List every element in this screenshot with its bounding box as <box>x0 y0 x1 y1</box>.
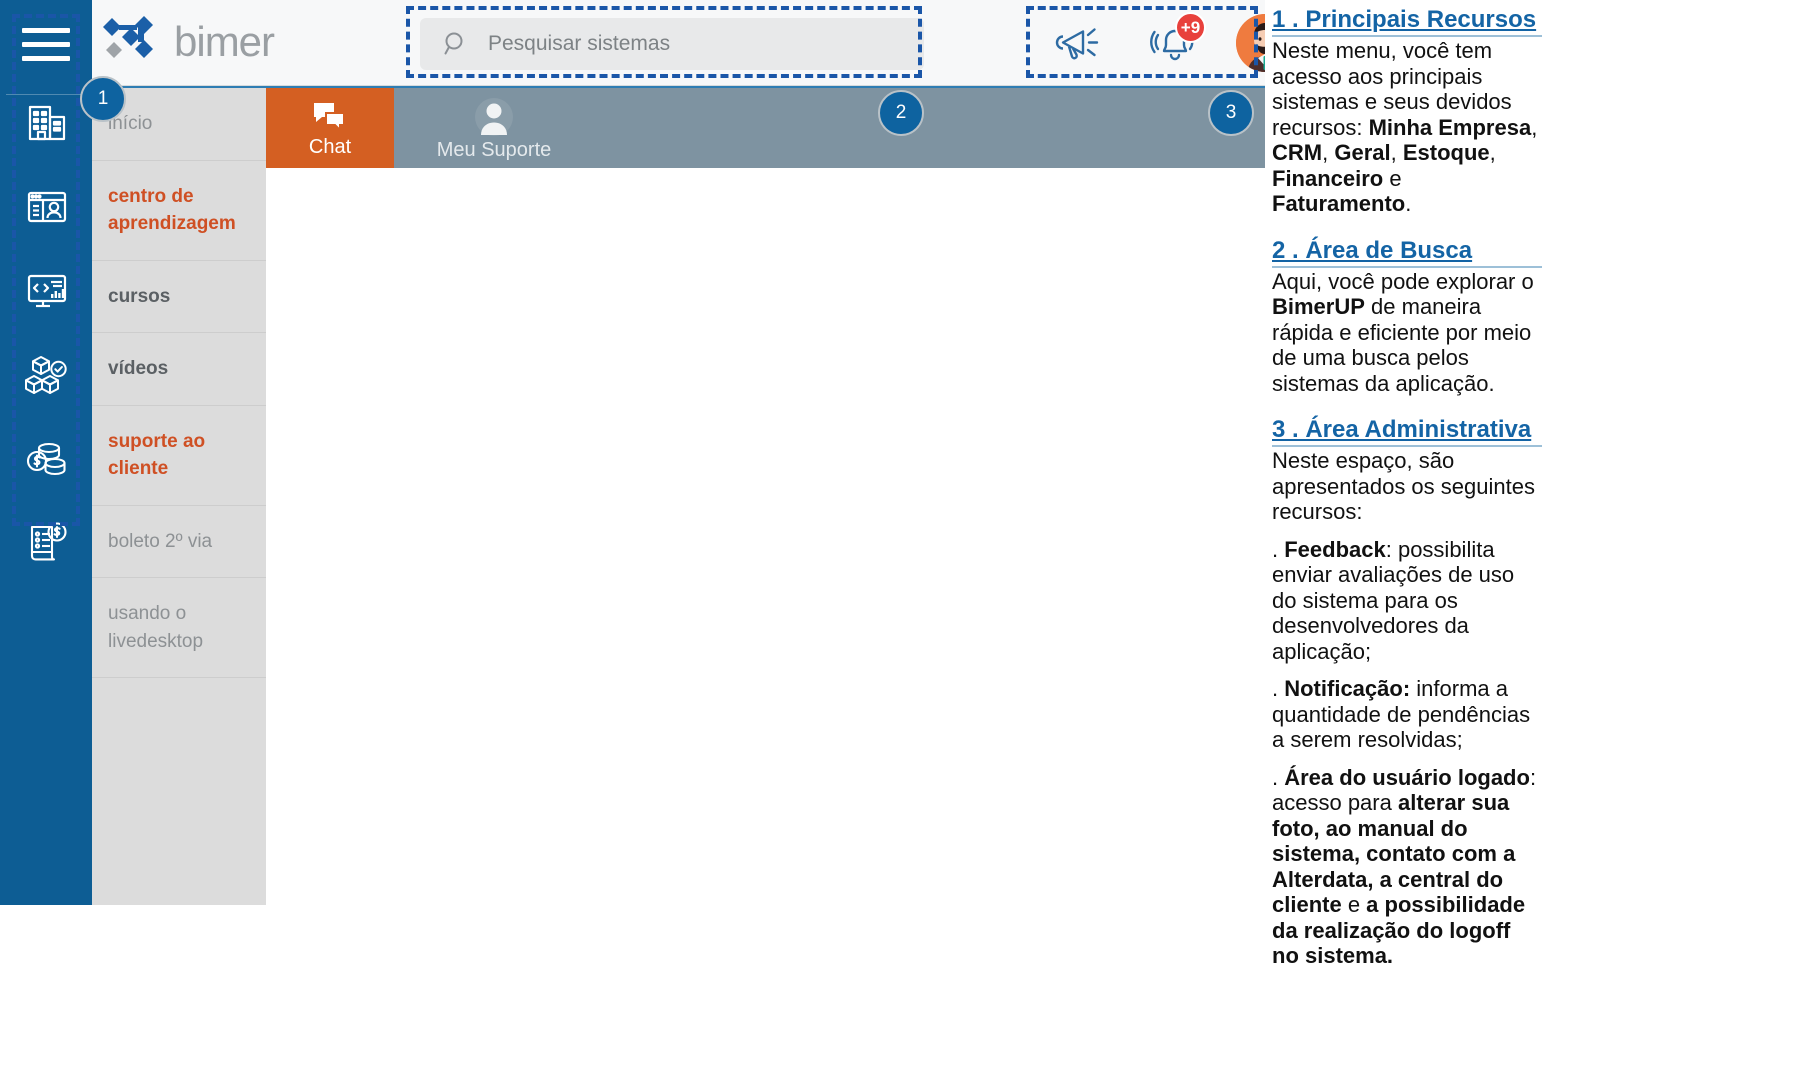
note-3-bullet2-pre: . <box>1272 676 1285 702</box>
note-1-bold-geral: Geral <box>1334 140 1391 166</box>
callout-badge-1: 1 <box>80 76 126 122</box>
brand-name: bimer <box>174 18 275 65</box>
note-heading-3: 3 . Área Administrativa <box>1272 416 1542 448</box>
application-screenshot: bimer Pesquisar sistemas +9 início centr… <box>0 0 1265 905</box>
note-heading-2-text: 2 . Área de Busca <box>1272 236 1473 264</box>
note-1-bold-faturamento: Faturamento <box>1272 191 1406 217</box>
building-icon[interactable] <box>20 96 74 150</box>
note-2-text-a: Aqui, você pode explorar o <box>1272 268 1534 294</box>
note-1-sep4: , <box>1489 140 1496 166</box>
notification-badge: +9 <box>1175 12 1206 43</box>
tab-strip: Chat Meu Suporte <box>266 86 1265 170</box>
tab-meu-suporte-label: Meu Suporte <box>436 138 552 161</box>
tab-chat-label: Chat <box>308 135 352 158</box>
note-1-sep1: , <box>1531 114 1538 140</box>
note-body-3-feedback: . Feedback: possibilita enviar avaliaçõe… <box>1272 537 1540 665</box>
note-body-2: Aqui, você pode explorar o BimerUP de ma… <box>1272 269 1540 397</box>
feedback-button[interactable] <box>1052 14 1110 72</box>
note-1-bold-minha-empresa: Minha Empresa <box>1368 114 1532 140</box>
content-canvas <box>266 168 1265 905</box>
left-navigation: início centro de aprendizagem cursos víd… <box>92 86 266 905</box>
search-placeholder: Pesquisar sistemas <box>488 32 671 55</box>
bimer-logo-icon <box>103 16 153 58</box>
note-2-bold-bimerup: BimerUP <box>1272 294 1365 320</box>
note-spacer <box>1272 664 1805 676</box>
note-spacer <box>1272 217 1805 237</box>
note-heading-3-text: 3 . Área Administrativa <box>1272 416 1532 444</box>
admin-area: +9 <box>1036 6 1265 80</box>
note-3-bold-feedback: Feedback <box>1284 536 1386 562</box>
annotation-panel: 1 . Principais Recursos Neste menu, você… <box>1270 0 1815 1079</box>
nav-item-suporte-ao-cliente[interactable]: suporte ao cliente <box>92 406 266 506</box>
invoice-dollar-icon[interactable] <box>20 516 74 570</box>
note-body-1: Neste menu, você tem acesso aos principa… <box>1272 38 1540 217</box>
note-1-bold-estoque: Estoque <box>1402 140 1490 166</box>
note-body-3-notificacao: . Notificação: informa a quantidade de p… <box>1272 676 1540 753</box>
note-spacer <box>1272 525 1805 537</box>
chat-bubbles-icon <box>314 102 345 132</box>
note-1-sep5: e <box>1383 165 1402 191</box>
search-input[interactable]: Pesquisar sistemas <box>420 18 924 70</box>
boxes-check-icon[interactable] <box>20 348 74 402</box>
nav-item-usando-o-livedesktop[interactable]: usando o livedesktop <box>92 578 266 679</box>
contact-card-icon[interactable] <box>20 180 74 234</box>
note-1-sep3: , <box>1390 140 1403 166</box>
note-3-intro-text: Neste espaço, são apresentados os seguin… <box>1272 448 1535 525</box>
note-3-bullet3-pre: . <box>1272 764 1285 790</box>
callout-badge-3: 3 <box>1208 90 1254 136</box>
person-circle-icon <box>475 97 513 136</box>
rail-divider <box>6 94 86 95</box>
nav-item-videos[interactable]: vídeos <box>92 333 266 406</box>
nav-item-cursos[interactable]: cursos <box>92 261 266 334</box>
note-3-bullet3-mid2: e <box>1341 892 1367 918</box>
note-3-bold-area-usuario: Área do usuário logado <box>1284 764 1530 790</box>
user-avatar[interactable] <box>1236 14 1265 72</box>
note-3-bold-notificacao: Notificação: <box>1284 676 1411 702</box>
hamburger-bar <box>22 41 70 47</box>
note-spacer <box>1272 396 1805 416</box>
top-bar: bimer Pesquisar sistemas +9 <box>92 0 1265 86</box>
note-heading-2: 2 . Área de Busca <box>1272 237 1542 268</box>
note-heading-1-text: 1 . Principais Recursos <box>1272 6 1537 33</box>
note-body-3-intro: Neste espaço, são apresentados os seguin… <box>1272 448 1540 525</box>
tab-meu-suporte[interactable]: Meu Suporte <box>394 88 594 170</box>
note-1-bold-crm: CRM <box>1272 140 1323 166</box>
nav-item-boleto-2-via[interactable]: boleto 2º via <box>92 506 266 579</box>
icon-rail <box>0 0 92 905</box>
search-icon <box>444 32 463 55</box>
hamburger-bar <box>22 27 70 33</box>
hamburger-menu-icon[interactable] <box>22 18 70 70</box>
note-heading-1: 1 . Principais Recursos <box>1272 6 1542 37</box>
megaphone-icon <box>1055 28 1099 60</box>
note-body-3-usuario: . Área do usuário logado: acesso para al… <box>1272 765 1540 969</box>
tab-chat[interactable]: Chat <box>266 88 394 170</box>
hamburger-bar <box>22 55 70 61</box>
screenshot-root: bimer Pesquisar sistemas +9 início centr… <box>0 0 1815 1079</box>
brand-logo[interactable]: bimer <box>100 14 275 70</box>
note-3-bullet1-pre: . <box>1272 536 1285 562</box>
note-1-bold-financeiro: Financeiro <box>1272 165 1384 191</box>
note-1-end: . <box>1405 191 1412 217</box>
notification-button[interactable]: +9 <box>1144 12 1206 72</box>
code-monitor-icon[interactable] <box>20 264 74 318</box>
coins-icon[interactable] <box>20 432 74 486</box>
note-1-sep2: , <box>1322 140 1335 166</box>
nav-item-centro-aprendizagem[interactable]: centro de aprendizagem <box>92 161 266 261</box>
note-spacer <box>1272 753 1805 765</box>
callout-badge-2: 2 <box>878 90 924 136</box>
